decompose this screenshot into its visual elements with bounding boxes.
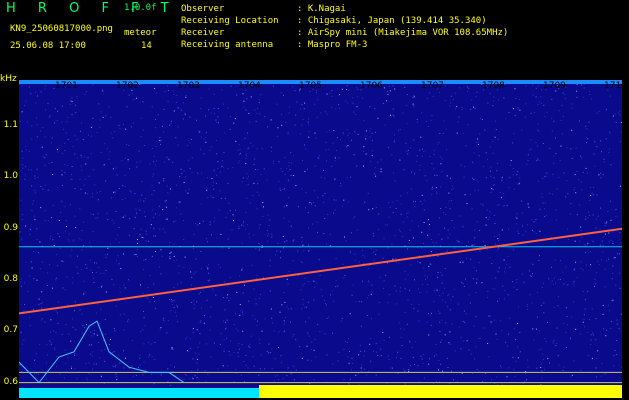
meteor-label: meteor [124, 28, 157, 38]
x-tick-label: 1710 [604, 81, 627, 91]
y-tick-label: 1.0 [3, 171, 18, 182]
bottom-band-cyan [19, 388, 259, 398]
antenna-value: : Maspro FM-3 [297, 40, 368, 50]
bottom-band-yellow [259, 385, 622, 398]
version-label: 1.0.0f [124, 3, 157, 13]
location-label: Receiving Location [181, 16, 279, 26]
x-tick-label: 1708 [482, 81, 505, 91]
x-tick-label: 1701 [55, 81, 78, 91]
y-tick-label: 0.7 [3, 325, 18, 336]
y-axis-unit: kHz [0, 74, 17, 84]
x-tick-label: 1706 [360, 81, 383, 91]
x-tick-label: 1705 [299, 81, 322, 91]
x-tick-label: 1709 [543, 81, 566, 91]
observer-value: : K.Nagai [297, 4, 346, 14]
observer-label: Observer [181, 4, 225, 14]
location-value: : Chigasaki, Japan (139.414 35.340) [297, 16, 487, 26]
y-tick-label: 0.8 [3, 274, 18, 285]
x-tick-label: 1704 [238, 81, 261, 91]
receiver-label: Receiver [181, 28, 225, 38]
y-tick-label: 1.1 [3, 120, 18, 131]
plot-background [19, 80, 622, 398]
x-tick-label: 1703 [177, 81, 200, 91]
spectrogram-plot [19, 80, 622, 398]
meteor-count: 14 [141, 41, 152, 51]
datetime-label: 25.06.08 17:00 [10, 41, 86, 51]
antenna-label: Receiving antenna [181, 40, 274, 50]
x-tick-label: 1702 [116, 81, 139, 91]
receiver-value: : AirSpy mini (Miakejima VOR 108.65MHz) [297, 28, 509, 38]
y-tick-label: 0.6 [3, 376, 18, 387]
filename-label: KN9_25060817000.png [10, 24, 113, 34]
x-tick-label: 1707 [421, 81, 444, 91]
y-tick-label: 0.9 [3, 222, 18, 233]
